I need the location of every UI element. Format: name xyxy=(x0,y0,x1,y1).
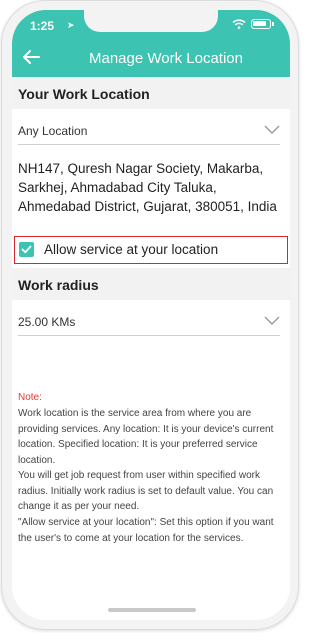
allow-service-option[interactable]: Allow service at your location xyxy=(14,236,288,264)
work-radius-title: Work radius xyxy=(18,277,99,293)
device-notch xyxy=(84,10,218,32)
checkmark-icon xyxy=(21,245,32,254)
work-radius-dropdown[interactable]: 25.00 KMs xyxy=(18,313,280,336)
home-indicator xyxy=(108,608,196,612)
work-radius-section-header: Work radius xyxy=(12,268,290,300)
app-header: 1:25 ➤ Manage Work Location xyxy=(12,10,290,77)
location-arrow-icon: ➤ xyxy=(67,20,75,30)
battery-cap xyxy=(272,22,274,26)
status-icons xyxy=(232,19,274,29)
app-screen: 1:25 ➤ Manage Work Location Your Work Lo… xyxy=(12,10,290,620)
location-type-dropdown[interactable]: Any Location xyxy=(18,122,280,145)
status-time: 1:25 xyxy=(30,19,55,33)
phone-frame: 1:25 ➤ Manage Work Location Your Work Lo… xyxy=(1,0,299,630)
allow-service-label: Allow service at your location xyxy=(44,242,219,257)
battery-icon xyxy=(251,19,271,29)
allow-service-checkbox[interactable] xyxy=(19,242,34,257)
work-address: NH147, Quresh Nagar Society, Makarba, Sa… xyxy=(18,161,277,214)
page-title: Manage Work Location xyxy=(89,50,243,67)
work-radius-value: 25.00 KMs xyxy=(18,315,76,329)
note-title: Note: xyxy=(18,392,42,403)
location-type-value: Any Location xyxy=(18,124,88,138)
note-paragraph: You will get job request from user withi… xyxy=(18,470,274,512)
chevron-down-icon xyxy=(264,125,280,134)
work-location-section-header: Your Work Location xyxy=(12,77,290,109)
work-location-title: Your Work Location xyxy=(18,86,150,102)
back-arrow-icon[interactable] xyxy=(20,46,42,68)
chevron-down-icon xyxy=(264,316,280,325)
wifi-icon xyxy=(232,19,246,29)
note-paragraph: Work location is the service area from w… xyxy=(18,408,274,466)
note-paragraph: "Allow service at your location": Set th… xyxy=(18,517,274,544)
